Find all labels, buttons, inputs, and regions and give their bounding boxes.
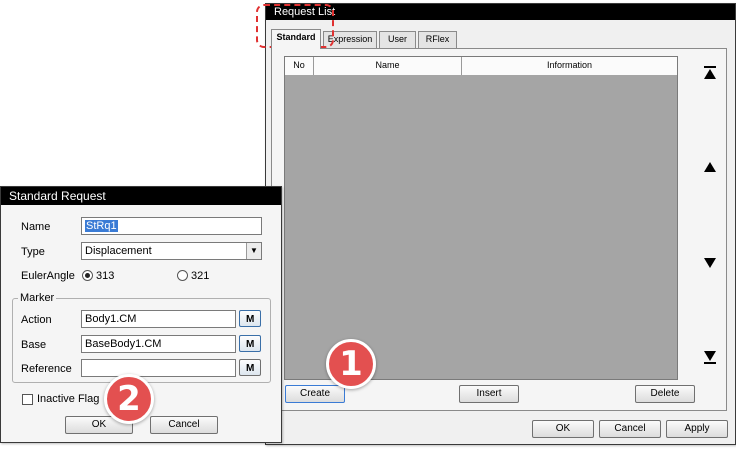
radio-313-label: 313: [96, 270, 115, 282]
reference-label: Reference: [21, 363, 72, 375]
reference-m-button[interactable]: M: [239, 359, 261, 376]
inactive-flag-checkbox[interactable]: [22, 394, 33, 405]
base-field[interactable]: BaseBody1.CM: [81, 335, 236, 353]
apply-button[interactable]: Apply: [666, 420, 728, 438]
up-icon[interactable]: [704, 160, 716, 174]
base-m-button[interactable]: M: [239, 335, 261, 352]
marker-group-label: Marker: [18, 291, 57, 305]
reference-field[interactable]: [81, 359, 236, 377]
list-ok-button[interactable]: OK: [532, 420, 594, 438]
chevron-down-icon[interactable]: ▼: [246, 243, 261, 259]
down-icon[interactable]: [704, 256, 716, 270]
euler-label: EulerAngle: [21, 270, 75, 282]
name-value: StRq1: [85, 220, 118, 232]
action-field[interactable]: Body1.CM: [81, 310, 236, 328]
request-list-title: Request List: [266, 4, 735, 20]
column-no[interactable]: No: [285, 57, 314, 75]
dialog-cancel-button[interactable]: Cancel: [150, 416, 218, 434]
callout-badge-1: 1: [326, 339, 376, 389]
name-field[interactable]: StRq1: [81, 217, 262, 235]
radio-321-label: 321: [191, 270, 210, 282]
list-cancel-button[interactable]: Cancel: [599, 420, 661, 438]
inactive-flag-label: Inactive Flag: [37, 393, 100, 405]
first-icon[interactable]: [704, 66, 716, 80]
radio-321[interactable]: [177, 270, 188, 281]
tab-rflex[interactable]: RFlex: [418, 31, 457, 48]
last-icon[interactable]: [704, 350, 716, 364]
tab-standard[interactable]: Standard: [271, 29, 321, 49]
standard-request-title: Standard Request: [1, 187, 281, 205]
type-label: Type: [21, 246, 45, 258]
table-header: No Name Information: [285, 57, 677, 75]
callout-badge-2: 2: [104, 374, 154, 424]
request-table[interactable]: No Name Information: [284, 56, 678, 380]
create-button[interactable]: Create: [285, 385, 345, 403]
base-label: Base: [21, 339, 47, 351]
radio-313[interactable]: [82, 270, 93, 281]
type-value: Displacement: [85, 245, 152, 257]
column-information[interactable]: Information: [462, 57, 677, 75]
insert-button[interactable]: Insert: [459, 385, 519, 403]
tab-user[interactable]: User: [379, 31, 416, 48]
name-label: Name: [21, 221, 51, 233]
action-label: Action: [21, 314, 52, 326]
column-name[interactable]: Name: [314, 57, 462, 75]
type-select[interactable]: Displacement ▼: [81, 242, 262, 260]
action-m-button[interactable]: M: [239, 310, 261, 327]
delete-button[interactable]: Delete: [635, 385, 695, 403]
